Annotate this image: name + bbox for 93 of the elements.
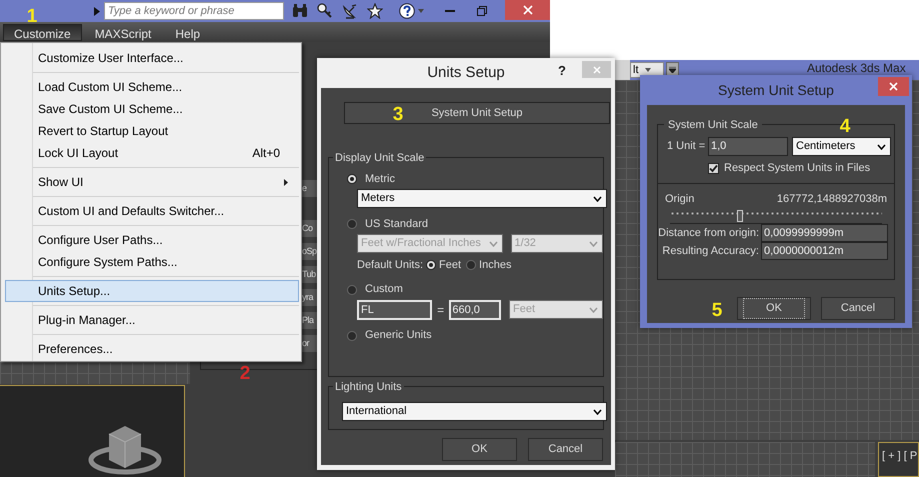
menu-item[interactable]: Custom UI and Defaults Switcher... bbox=[5, 200, 299, 222]
input-field[interactable]: FL bbox=[357, 300, 432, 320]
panel-button[interactable]: Co bbox=[302, 220, 318, 237]
radio-button[interactable] bbox=[347, 284, 357, 294]
field-label: Resulting Accuracy: bbox=[662, 244, 759, 259]
menu-item[interactable]: Lock UI Layout Alt+0 bbox=[5, 142, 299, 164]
panel-button[interactable]: e bbox=[302, 180, 318, 197]
field-label: Distance from origin: bbox=[658, 226, 759, 241]
radio-label: Custom bbox=[365, 282, 403, 298]
expand-arrow-icon[interactable] bbox=[94, 6, 100, 16]
radio-label: US Standard bbox=[365, 216, 428, 232]
menu-icon bbox=[669, 67, 676, 73]
field-label: Default Units: bbox=[357, 258, 424, 273]
button[interactable]: OK bbox=[442, 438, 517, 461]
dropdown[interactable]: International bbox=[342, 402, 607, 421]
caret-icon[interactable] bbox=[418, 9, 424, 13]
close-button[interactable] bbox=[878, 77, 909, 96]
chevron-down-icon bbox=[588, 306, 598, 312]
value-label: 167772,1488927038m bbox=[776, 192, 887, 206]
close-button[interactable] bbox=[505, 0, 550, 20]
panel-button[interactable]: Pla bbox=[302, 312, 318, 329]
dropdown[interactable]: Meters bbox=[357, 189, 607, 208]
equals-sign: = bbox=[436, 302, 446, 318]
group-label: Lighting Units bbox=[333, 379, 404, 396]
chevron-down-icon bbox=[589, 240, 598, 246]
annotation-number: 3 bbox=[392, 105, 404, 125]
close-icon bbox=[889, 82, 898, 91]
window-title: Autodesk 3ds Max bbox=[807, 62, 906, 74]
radio-label: Feet bbox=[439, 258, 462, 273]
satellite-dish-icon[interactable] bbox=[342, 3, 358, 19]
minimize-icon[interactable] bbox=[445, 9, 455, 13]
menu-item[interactable]: Customize bbox=[3, 24, 82, 40]
field-label: Origin bbox=[665, 192, 694, 206]
dropdown[interactable]: Centimeters bbox=[792, 137, 891, 156]
panel-button[interactable]: oSp bbox=[302, 243, 318, 260]
menu-item[interactable]: Revert to Startup Layout bbox=[5, 120, 299, 142]
menu-item[interactable]: Plug-in Manager... bbox=[5, 309, 299, 331]
menu-item[interactable]: Units Setup... bbox=[5, 280, 299, 302]
close-icon bbox=[522, 5, 532, 15]
group-label: Display Unit Scale bbox=[333, 150, 426, 166]
dialog-title: System Unit Setup bbox=[718, 80, 834, 100]
help-icon[interactable] bbox=[399, 3, 415, 19]
input-field[interactable]: 0,0000000012m bbox=[761, 242, 888, 260]
radio-label: Inches bbox=[479, 258, 512, 273]
radio-button[interactable] bbox=[347, 219, 357, 229]
menu-item[interactable]: Load Custom UI Scheme... bbox=[5, 76, 299, 98]
menu-item[interactable]: MAXScript bbox=[84, 24, 162, 40]
radio-button[interactable] bbox=[426, 260, 436, 270]
menu-item[interactable]: Save Custom UI Scheme... bbox=[5, 98, 299, 120]
button[interactable]: OK bbox=[737, 297, 811, 320]
binoculars-icon[interactable] bbox=[292, 4, 308, 18]
menu-item[interactable]: Show UI bbox=[5, 171, 299, 193]
field-label: 1 Unit = bbox=[667, 139, 706, 154]
checkbox[interactable] bbox=[708, 162, 719, 174]
menu-item[interactable]: Configure System Paths... bbox=[5, 251, 299, 273]
button[interactable]: Cancel bbox=[528, 438, 603, 461]
key-icon[interactable] bbox=[317, 3, 333, 19]
annotation-number: 4 bbox=[840, 117, 850, 137]
radio-button[interactable] bbox=[347, 174, 357, 184]
chevron-down-icon bbox=[877, 144, 886, 150]
viewport-label[interactable]: [ + ] [ P bbox=[882, 448, 918, 464]
slider-thumb[interactable] bbox=[736, 210, 743, 222]
radio-button[interactable] bbox=[347, 330, 357, 340]
panel-button[interactable]: or bbox=[302, 335, 318, 352]
menu-item[interactable]: Help bbox=[164, 24, 212, 40]
chevron-down-icon bbox=[488, 240, 498, 246]
close-icon bbox=[592, 66, 600, 74]
group-label: System Unit Scale bbox=[664, 117, 762, 134]
dialog-title: Units Setup bbox=[427, 62, 505, 83]
menu-item[interactable]: Customize User Interface... bbox=[5, 47, 299, 69]
shortcut-label: Alt+0 bbox=[252, 145, 280, 162]
menu-item[interactable]: Preferences... bbox=[5, 338, 299, 360]
annotation-number: 5 bbox=[712, 301, 722, 321]
checkbox-label: Respect System Units in Files bbox=[724, 161, 870, 176]
panel-button[interactable]: Tub bbox=[302, 266, 318, 283]
radio-button[interactable] bbox=[466, 260, 476, 270]
radio-label: Generic Units bbox=[365, 328, 432, 344]
chevron-down-icon bbox=[593, 408, 602, 414]
star-icon[interactable] bbox=[367, 3, 383, 19]
caret-icon bbox=[644, 68, 650, 72]
annotation-number: 2 bbox=[240, 364, 250, 384]
panel-button[interactable]: yra bbox=[302, 289, 318, 306]
window-strip bbox=[615, 60, 630, 80]
menu-item[interactable]: Configure User Paths... bbox=[5, 229, 299, 251]
restore-icon[interactable] bbox=[477, 6, 487, 16]
input-field[interactable]: 660,0 bbox=[449, 300, 501, 320]
input-field[interactable]: 1,0 bbox=[708, 137, 788, 156]
input-field[interactable]: 0,0099999999m bbox=[761, 224, 888, 242]
chevron-down-icon bbox=[593, 196, 602, 202]
button[interactable]: Cancel bbox=[821, 297, 895, 320]
radio-label: Metric bbox=[365, 172, 395, 187]
search-field[interactable]: Type a keyword or phrase bbox=[104, 2, 284, 20]
help-button[interactable]: ? bbox=[558, 61, 566, 80]
